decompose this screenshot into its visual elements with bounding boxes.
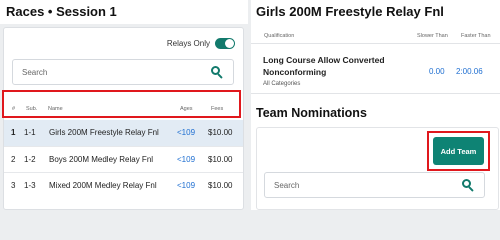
- race-sub: 1-2: [24, 155, 36, 164]
- race-ages: <109: [177, 181, 196, 190]
- race-num: 2: [11, 155, 16, 164]
- race-fees: $10.00: [208, 181, 233, 190]
- race-row-1[interactable]: 1 1-1 Girls 200M Freestyle Relay Fnl <10…: [4, 120, 243, 146]
- qualification-column: Qualification: [264, 33, 295, 39]
- team-nominations-title: Team Nominations: [256, 106, 367, 120]
- race-name: Boys 200M Medley Relay Fnl: [49, 155, 154, 164]
- faster-than-value[interactable]: 2:00.06: [456, 67, 483, 76]
- race-ages: <109: [177, 128, 196, 137]
- race-detail-panel: Girls 200M Freestyle Relay Fnl Qualifica…: [251, 0, 500, 210]
- relays-only-toggle[interactable]: [215, 38, 235, 49]
- race-num: 1: [11, 128, 16, 137]
- toggle-knob: [225, 39, 234, 48]
- team-search-input[interactable]: [265, 173, 484, 197]
- races-header: Races • Session 1: [0, 0, 248, 24]
- slower-than-column: Slower Than: [417, 33, 448, 39]
- race-sub: 1-3: [24, 181, 36, 190]
- race-detail-title: Girls 200M Freestyle Relay Fnl: [256, 4, 444, 19]
- race-name: Girls 200M Freestyle Relay Fnl: [49, 128, 159, 137]
- race-name: Mixed 200M Medley Relay Fnl: [49, 181, 157, 190]
- races-title: Races • Session 1: [6, 4, 117, 19]
- search-icon-handle: [468, 186, 474, 192]
- search-icon-handle: [217, 73, 223, 79]
- search-icon[interactable]: [211, 66, 224, 79]
- relays-only-label: Relays Only: [166, 39, 210, 48]
- column-sub: Sub.: [26, 106, 38, 112]
- races-table-header: # Sub. Name Ages Fees: [4, 104, 243, 116]
- races-panel: Races • Session 1 Relays Only # Sub. Nam…: [0, 0, 248, 210]
- race-fees: $10.00: [208, 128, 233, 137]
- race-num: 3: [11, 181, 16, 190]
- race-row-2[interactable]: 2 1-2 Boys 200M Medley Relay Fnl <109 $1…: [4, 146, 243, 172]
- relays-only-control: Relays Only: [167, 38, 235, 49]
- races-search-input[interactable]: [13, 60, 233, 84]
- column-name: Name: [48, 106, 63, 112]
- race-fees: $10.00: [208, 155, 233, 164]
- qualification-category: All Categories: [263, 81, 301, 87]
- column-ages: Ages: [180, 106, 193, 112]
- faster-than-column: Faster Than: [461, 33, 491, 39]
- race-sub: 1-1: [24, 128, 36, 137]
- race-row-3[interactable]: 3 1-3 Mixed 200M Medley Relay Fnl <109 $…: [4, 172, 243, 198]
- races-search-box: [12, 59, 234, 85]
- search-icon[interactable]: [462, 179, 475, 192]
- column-num: #: [12, 106, 16, 112]
- team-search-box: [264, 172, 485, 198]
- add-team-button[interactable]: Add Team: [433, 137, 484, 165]
- slower-than-value[interactable]: 0.00: [429, 67, 445, 76]
- qualification-header: Qualification Slower Than Faster Than: [251, 26, 500, 44]
- race-ages: <109: [177, 155, 196, 164]
- races-card: Relays Only # Sub. Name Ages Fees 1 1-1 …: [3, 27, 244, 210]
- column-fees: Fees: [211, 106, 224, 112]
- qualification-name: Long Course Allow Converted Nonconformin…: [263, 55, 385, 77]
- qualification-row: Long Course Allow Converted Nonconformin…: [251, 44, 500, 94]
